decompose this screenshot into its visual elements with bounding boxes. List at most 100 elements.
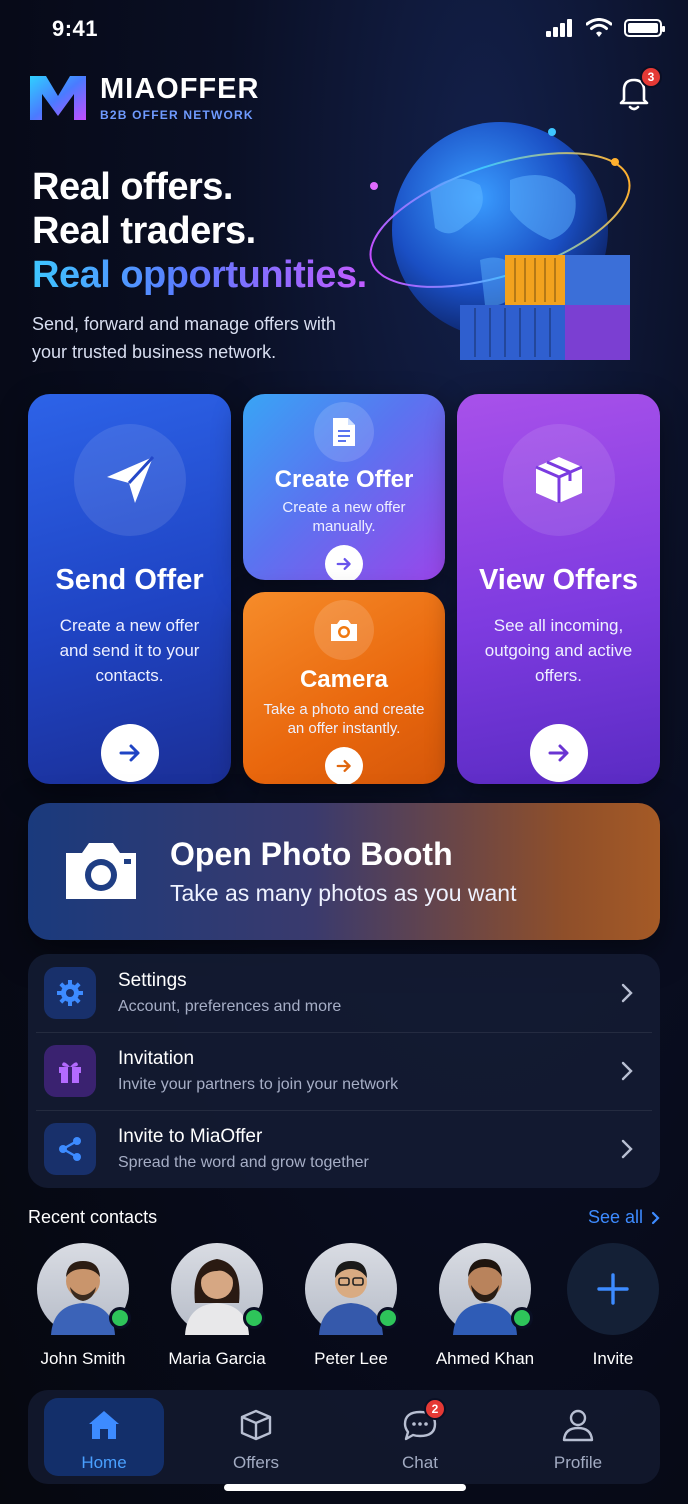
hero-line-2: Real traders. <box>32 210 256 252</box>
arrow-right-icon <box>336 557 351 571</box>
avatar <box>305 1243 399 1335</box>
send-offer-arrow-button[interactable] <box>100 724 159 782</box>
view-offers-card[interactable]: View Offers See all incoming, outgoing a… <box>457 394 660 784</box>
brand: MIAOFFER B2B OFFER NETWORK <box>28 72 259 122</box>
notifications-button[interactable]: 3 <box>612 66 662 114</box>
contact-item[interactable]: Peter Lee <box>286 1243 416 1369</box>
send-offer-card[interactable]: Send Offer Create a new offer and send i… <box>28 394 231 784</box>
view-icon-wrap <box>502 424 615 536</box>
online-status-dot <box>511 1307 533 1329</box>
brand-tagline: B2B OFFER NETWORK <box>100 107 254 122</box>
share-icon-wrap <box>44 1123 96 1175</box>
see-all-label: See all <box>587 1207 643 1227</box>
camera-icon-wrap <box>314 600 374 660</box>
chat-badge: 2 <box>424 1398 446 1420</box>
hero-description: Send, forward and manage offers with you… <box>32 314 336 362</box>
share-icon <box>59 1137 81 1161</box>
invite-label: Invite <box>592 1349 634 1368</box>
menu-item-invitation[interactable]: Invitation Invite your partners to join … <box>28 1032 660 1110</box>
bottom-tab-bar: Home Offers 2 Chat Profile <box>28 1390 660 1484</box>
invite-contact-button[interactable]: Invite <box>548 1243 678 1369</box>
send-offer-desc: Create a new offer and send it to your c… <box>59 616 200 685</box>
gear-icon <box>57 980 83 1006</box>
create-icon-wrap <box>314 402 374 462</box>
photo-booth-subtitle: Take as many photos as you want <box>170 880 517 906</box>
online-status-dot <box>243 1307 265 1329</box>
create-offer-arrow-button[interactable] <box>325 545 363 580</box>
chevron-right-icon <box>621 1139 633 1159</box>
brand-name: MIAOFFER <box>100 72 260 105</box>
arrow-right-icon <box>336 759 351 773</box>
wifi-icon <box>586 18 612 37</box>
view-offers-arrow-button[interactable] <box>529 724 588 782</box>
avatar <box>37 1243 131 1335</box>
tab-home[interactable]: Home <box>44 1398 164 1476</box>
online-status-dot <box>109 1307 131 1329</box>
photo-booth-card[interactable]: Open Photo Booth Take as many photos as … <box>28 803 660 940</box>
home-indicator <box>224 1484 466 1491</box>
tab-label: Chat <box>402 1453 438 1472</box>
tab-profile[interactable]: Profile <box>518 1398 638 1476</box>
box-icon <box>534 457 583 503</box>
contact-name: Ahmed Khan <box>435 1349 535 1368</box>
miaoffer-logo-icon <box>30 76 86 120</box>
battery-icon <box>624 19 665 37</box>
photo-booth-title: Open Photo Booth <box>170 836 453 872</box>
menu-item-subtitle: Invite your partners to join your networ… <box>118 1076 399 1093</box>
contact-name: John Smith <box>40 1349 126 1368</box>
gift-icon-wrap <box>44 1045 96 1097</box>
contact-name: Peter Lee <box>314 1349 388 1368</box>
contact-item[interactable]: Ahmed Khan <box>420 1243 550 1369</box>
invite-circle <box>567 1243 659 1335</box>
create-offer-desc: Create a new offer manually. <box>282 499 406 535</box>
tab-label: Offers <box>233 1453 279 1472</box>
camera-arrow-button[interactable] <box>325 747 363 784</box>
see-all-link[interactable]: See all <box>588 1207 660 1228</box>
menu-item-title: Invitation <box>118 1048 195 1069</box>
gear-icon-wrap <box>44 967 96 1019</box>
hero-line-1: Real offers. <box>32 166 233 208</box>
send-icon-wrap <box>73 424 186 536</box>
arrow-right-icon <box>548 744 568 762</box>
tab-label: Profile <box>553 1453 603 1472</box>
contact-item[interactable]: Maria Garcia <box>152 1243 282 1369</box>
camera-icon <box>66 843 136 899</box>
box-icon <box>240 1409 272 1441</box>
paper-plane-icon <box>106 455 154 503</box>
camera-card[interactable]: Camera Take a photo and create an offer … <box>243 592 445 784</box>
contact-item[interactable]: John Smith <box>18 1243 148 1369</box>
status-time: 9:41 <box>52 16 99 41</box>
chevron-right-icon <box>621 983 633 1003</box>
user-icon <box>562 1409 594 1442</box>
tab-offers[interactable]: Offers <box>196 1398 316 1476</box>
globe-illustration <box>369 122 631 360</box>
tab-chat[interactable]: 2 Chat <box>360 1398 480 1476</box>
tab-label: Home <box>81 1453 127 1472</box>
menu-item-title: Invite to MiaOffer <box>118 1126 263 1147</box>
settings-menu: Settings Account, preferences and more I… <box>28 954 660 1188</box>
camera-desc: Take a photo and create an offer instant… <box>263 701 425 737</box>
create-offer-card[interactable]: Create Offer Create a new offer manually… <box>243 394 445 580</box>
chevron-right-icon <box>621 1061 633 1081</box>
menu-item-invite-to-miaoffer[interactable]: Invite to MiaOffer Spread the word and g… <box>28 1110 660 1188</box>
avatar <box>171 1243 265 1335</box>
arrow-right-icon <box>119 744 139 762</box>
gift-icon <box>59 1062 81 1083</box>
create-offer-title: Create Offer <box>274 466 414 493</box>
status-icons <box>546 18 665 38</box>
send-offer-title: Send Offer <box>55 564 204 596</box>
recent-contacts-title: Recent contacts <box>28 1207 158 1227</box>
chevron-right-icon <box>651 1211 660 1224</box>
document-icon <box>333 418 355 446</box>
view-offers-desc: See all incoming, outgoing and active of… <box>484 616 633 685</box>
view-offers-title: View Offers <box>478 564 639 596</box>
menu-item-subtitle: Account, preferences and more <box>118 998 342 1015</box>
plus-icon <box>597 1273 629 1305</box>
menu-item-settings[interactable]: Settings Account, preferences and more <box>28 954 660 1032</box>
menu-item-title: Settings <box>118 970 187 991</box>
signal-icon <box>546 19 572 37</box>
camera-title: Camera <box>299 666 389 693</box>
avatar <box>439 1243 533 1335</box>
contact-name: Maria Garcia <box>168 1349 266 1368</box>
hero-line-3: Real opportunities. <box>32 254 367 296</box>
